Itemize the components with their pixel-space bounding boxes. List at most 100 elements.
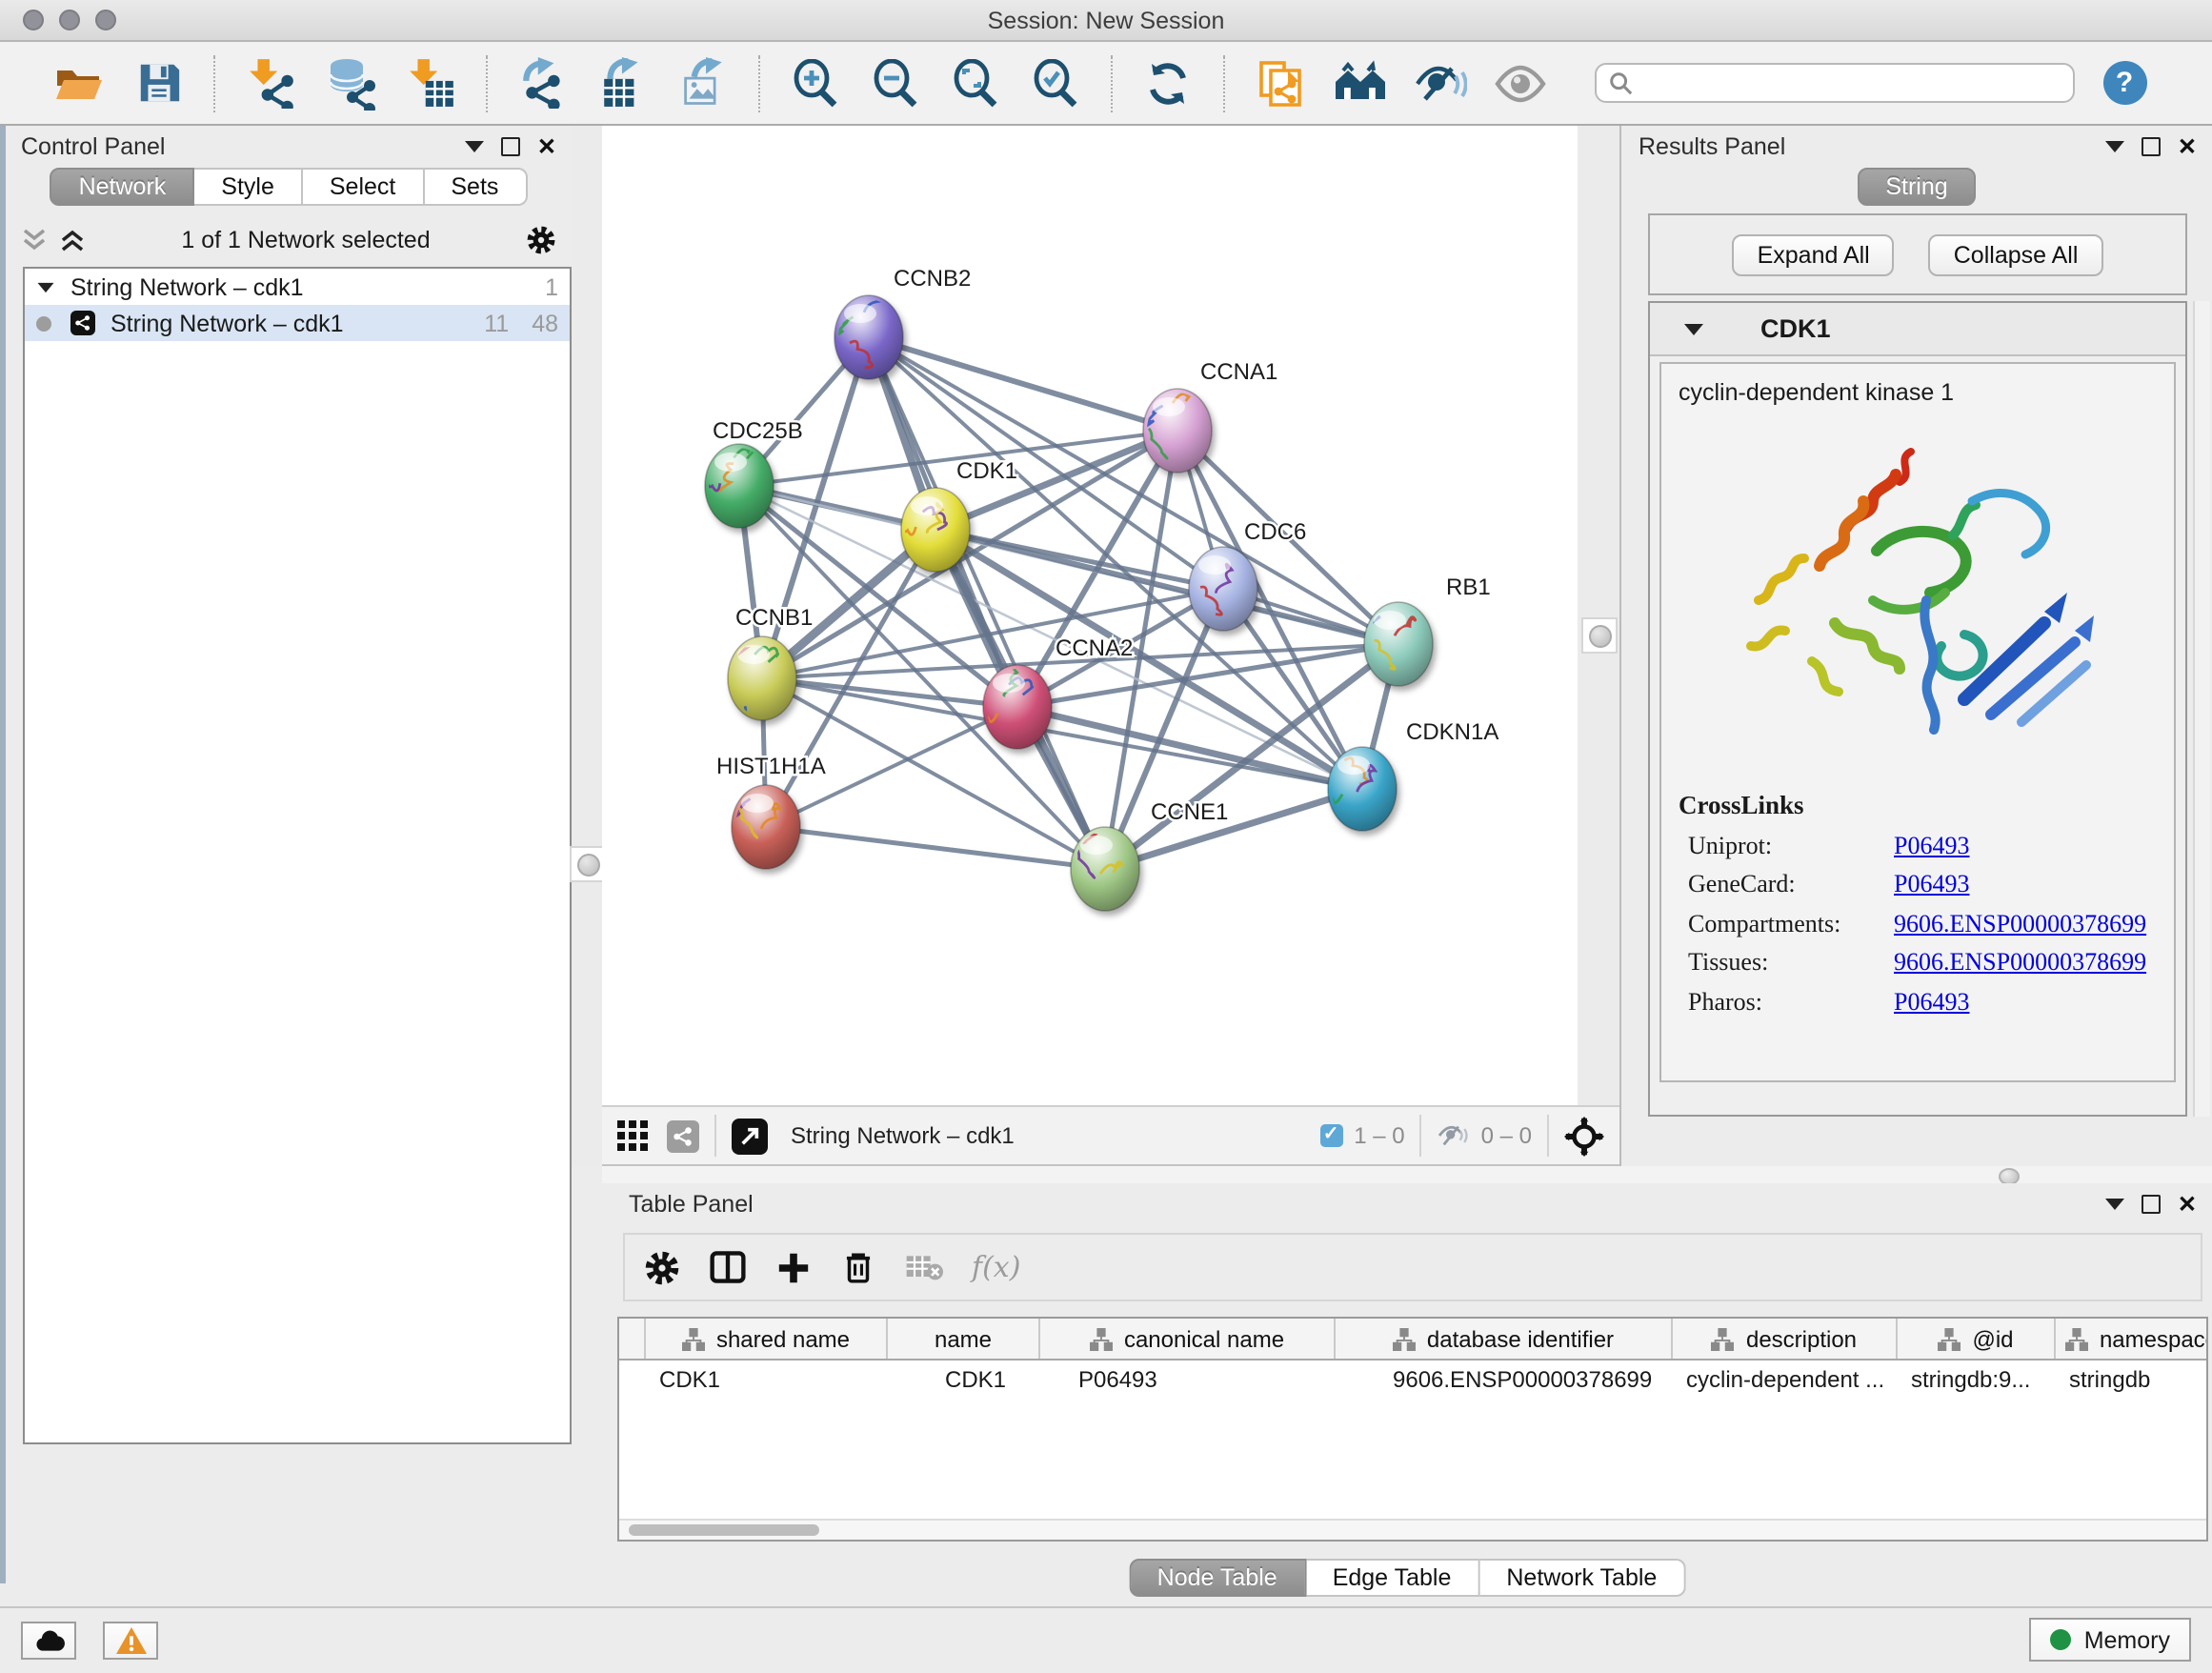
network-node-cdkn1a[interactable]: CDKN1A [1324, 719, 1498, 831]
zoom-in-icon[interactable] [789, 56, 842, 110]
zoom-fit-icon[interactable] [949, 56, 1002, 110]
gear-icon[interactable] [644, 1249, 680, 1285]
open-session-icon[interactable] [51, 56, 105, 110]
float-panel-icon[interactable] [2142, 1195, 2161, 1214]
function-builder-icon[interactable]: f(x) [972, 1250, 1020, 1284]
network-node-cdc25b[interactable]: CDC25B [703, 418, 802, 528]
tab-network[interactable]: Network [50, 168, 195, 206]
close-panel-icon[interactable]: ✕ [537, 135, 556, 158]
horizontal-splitter[interactable] [602, 1166, 2212, 1185]
import-table-file-icon[interactable] [404, 56, 457, 110]
network-node-rb1[interactable]: RB1 [1364, 574, 1491, 686]
tab-sets[interactable]: Sets [424, 168, 527, 206]
help-icon[interactable]: ? [2098, 56, 2151, 110]
panel-menu-icon[interactable] [2105, 141, 2124, 152]
fit-selected-crosshair-icon[interactable] [1564, 1116, 1604, 1156]
cell-namespace[interactable]: stringdb [2056, 1365, 2208, 1392]
cell-shared-name[interactable]: CDK1 [646, 1365, 888, 1392]
crosslink-link[interactable]: P06493 [1894, 830, 1969, 860]
cell-id[interactable]: stringdb:9... [1898, 1365, 2056, 1392]
network-edge[interactable] [869, 337, 1105, 869]
column-header-description[interactable]: description [1673, 1319, 1898, 1359]
delete-column-icon[interactable] [840, 1249, 876, 1285]
column-header-database-identifier[interactable]: database identifier [1336, 1319, 1673, 1359]
import-network-file-icon[interactable] [244, 56, 297, 110]
network-node-hist1h1a[interactable]: HIST1H1A [716, 754, 826, 869]
string-network-graph[interactable]: CCNB2CCNA1CDC25BCDK1CDC6RB1CCNB1CCNA2CDK… [602, 126, 1578, 1105]
network-row-selected[interactable]: String Network – cdk1 11 48 [25, 305, 570, 341]
delete-table-icon[interactable] [905, 1252, 943, 1282]
cell-canonical-name[interactable]: P06493 [1040, 1365, 1336, 1392]
cell-name[interactable]: CDK1 [888, 1365, 1040, 1392]
node-table[interactable]: shared name name canonical name database… [617, 1317, 2208, 1542]
refresh-icon[interactable] [1141, 56, 1195, 110]
expand-all-button[interactable]: Expand All [1733, 233, 1895, 275]
first-neighbors-icon[interactable] [1334, 56, 1387, 110]
cell-description[interactable]: cyclin-dependent ... [1673, 1365, 1898, 1392]
tab-edge-table[interactable]: Edge Table [1306, 1559, 1480, 1597]
cell-database-identifier[interactable]: 9606.ENSP00000378699 [1336, 1365, 1673, 1392]
vertical-splitter-left[interactable] [572, 126, 602, 1166]
search-input[interactable] [1595, 63, 2075, 103]
grid-view-icon[interactable] [617, 1120, 648, 1151]
column-header-name[interactable]: name [888, 1319, 1040, 1359]
column-header-canonical-name[interactable]: canonical name [1040, 1319, 1336, 1359]
panel-menu-icon[interactable] [2105, 1199, 2124, 1210]
export-image-icon[interactable] [676, 56, 730, 110]
tab-style[interactable]: Style [194, 168, 303, 206]
tab-network-table[interactable]: Network Table [1479, 1559, 1685, 1597]
control-panel-tabs: Network Style Select Sets [6, 168, 572, 206]
import-network-database-icon[interactable] [324, 56, 377, 110]
crosslink-link[interactable]: P06493 [1894, 986, 1969, 1017]
float-panel-icon[interactable] [2142, 137, 2161, 156]
crosslink-link[interactable]: 9606.ENSP00000378699 [1894, 947, 2146, 978]
collapse-all-icon[interactable] [21, 227, 48, 253]
show-all-icon[interactable] [1494, 56, 1547, 110]
add-column-icon[interactable] [775, 1249, 812, 1285]
table-horizontal-scrollbar[interactable] [619, 1519, 2206, 1540]
tab-select[interactable]: Select [303, 168, 425, 206]
birdseye-view-icon[interactable] [732, 1118, 768, 1154]
show-columns-icon[interactable] [709, 1248, 747, 1286]
vertical-splitter-right[interactable] [1578, 126, 1619, 1105]
collection-expander-icon[interactable] [38, 282, 54, 292]
network-collection-row[interactable]: String Network – cdk1 1 [25, 269, 570, 305]
warnings-button[interactable] [103, 1622, 158, 1660]
column-header-shared-name[interactable]: shared name [646, 1319, 888, 1359]
results-scrollbar[interactable] [2193, 301, 2210, 1117]
export-network-icon[interactable] [516, 56, 570, 110]
crosslink-link[interactable]: P06493 [1894, 869, 1969, 899]
save-session-icon[interactable] [131, 56, 185, 110]
section-expander-icon[interactable] [1684, 323, 1703, 334]
expand-all-icon[interactable] [59, 227, 86, 253]
selected-checkbox-icon[interactable]: ✓ [1319, 1124, 1342, 1147]
float-panel-icon[interactable] [501, 137, 520, 156]
panel-menu-icon[interactable] [465, 141, 484, 152]
network-edge[interactable] [1017, 707, 1362, 789]
hide-selected-icon[interactable] [1414, 56, 1467, 110]
column-header-id[interactable]: @id [1898, 1319, 2056, 1359]
crosslink-row: Uniprot: P06493 [1688, 830, 2174, 860]
table-row[interactable]: CDK1 CDK1 P06493 9606.ENSP00000378699 cy… [619, 1361, 2206, 1397]
close-panel-icon[interactable]: ✕ [2178, 135, 2197, 158]
memory-button[interactable]: Memory [2029, 1618, 2191, 1662]
copy-network-icon[interactable] [1254, 56, 1307, 110]
zoom-out-icon[interactable] [869, 56, 922, 110]
network-edge[interactable] [869, 337, 1177, 431]
network-node-ccna1[interactable]: CCNA1 [1143, 359, 1277, 473]
network-node-ccnb1[interactable]: CCNB1 [728, 605, 813, 720]
gear-icon[interactable] [526, 225, 556, 255]
crosslink-link[interactable]: 9606.ENSP00000378699 [1894, 908, 2146, 938]
tab-node-table[interactable]: Node Table [1129, 1559, 1306, 1597]
network-edge[interactable] [1105, 789, 1362, 869]
network-canvas[interactable]: CCNB2CCNA1CDC25BCDK1CDC6RB1CCNB1CCNA2CDK… [602, 126, 1578, 1105]
zoom-selected-icon[interactable] [1029, 56, 1082, 110]
network-edge[interactable] [766, 827, 1105, 869]
cloud-status-button[interactable] [21, 1622, 76, 1660]
collapse-all-button[interactable]: Collapse All [1929, 233, 2103, 275]
column-header-namespace[interactable]: namespace [2056, 1319, 2208, 1359]
tab-string[interactable]: String [1857, 168, 1976, 206]
close-panel-icon[interactable]: ✕ [2178, 1193, 2197, 1216]
export-table-icon[interactable] [596, 56, 650, 110]
network-type-icon[interactable] [667, 1119, 699, 1152]
